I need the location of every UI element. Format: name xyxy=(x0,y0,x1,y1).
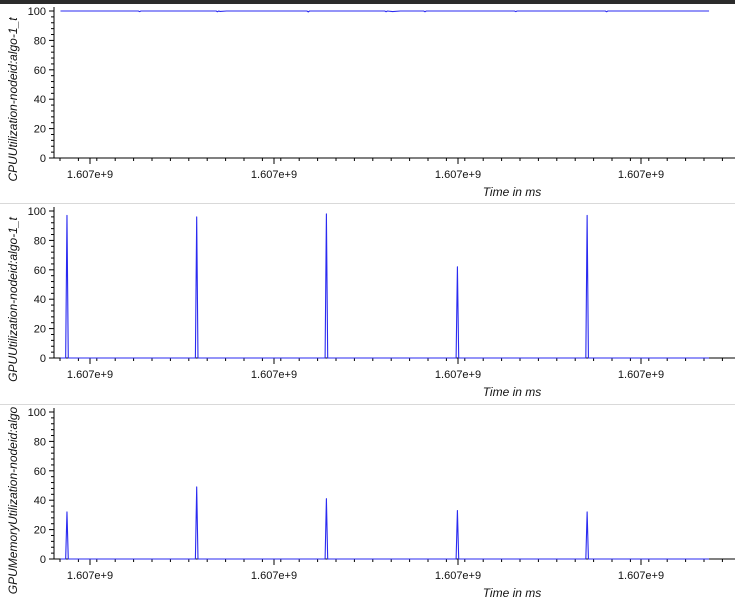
y-tick-label: 60 xyxy=(34,466,46,478)
x-tick-label: 1.607e+9 xyxy=(251,169,297,181)
chart-panel-3: 0 20 40 60 80 100 1.607e+9 1.607e+9 1.607e+9 1.60… xyxy=(6,406,735,600)
x-tick-label: 1.607e+9 xyxy=(67,570,113,582)
x-tick-label: 1.607e+9 xyxy=(67,369,113,381)
x-tick-label: 1.607e+9 xyxy=(618,570,664,582)
y-tick-label: 20 xyxy=(34,124,46,136)
x-tick-label: 1.607e+9 xyxy=(618,169,664,181)
y-tick-label: 0 xyxy=(40,153,46,165)
x-axis-label: Time in ms xyxy=(483,586,542,600)
series-line xyxy=(60,213,710,359)
y-tick-label: 100 xyxy=(28,407,46,419)
y-tick-label: 20 xyxy=(34,525,46,537)
x-tick-label: 1.607e+9 xyxy=(251,570,297,582)
y-tick-label: 60 xyxy=(34,265,46,277)
y-tick-label: 100 xyxy=(28,206,46,218)
y-tick-label: 80 xyxy=(34,235,46,247)
y-axis-label: CPUUtilization-nodeid:algo-1_t xyxy=(6,17,20,182)
y-tick-label: 80 xyxy=(34,436,46,448)
y-tick-label: 40 xyxy=(34,94,46,106)
x-axis-label: Time in ms xyxy=(483,185,542,199)
y-tick-label: 0 xyxy=(40,554,46,566)
series-line xyxy=(60,10,710,13)
y-tick-label: 80 xyxy=(34,35,46,47)
y-axis-label: GPUUtilization-nodeid:algo-1_t xyxy=(6,216,20,381)
y-axis-label: GPUMemoryUtilization-nodeid:algo xyxy=(6,406,20,594)
series-line xyxy=(60,486,710,560)
chart-panel-2: 0 20 40 60 80 100 1.607e+9 1.607e+9 1.607e+9 1.60… xyxy=(6,206,735,399)
chart-panel-1: 0 20 40 60 80 100 1.607e+9 1.607e+9 1.607e+9 1.60… xyxy=(6,6,735,199)
x-tick-label: 1.607e+9 xyxy=(435,570,481,582)
x-tick-label: 1.607e+9 xyxy=(435,169,481,181)
y-tick-label: 40 xyxy=(34,294,46,306)
x-tick-label: 1.607e+9 xyxy=(67,169,113,181)
x-tick-label: 1.607e+9 xyxy=(435,369,481,381)
x-axis-label: Time in ms xyxy=(483,385,542,399)
y-tick-label: 40 xyxy=(34,495,46,507)
y-tick-label: 20 xyxy=(34,324,46,336)
dashboard-stage: 0 20 40 60 80 100 1.607e+9 1.607e+9 1.607e+9 1.60… xyxy=(0,0,735,603)
y-tick-label: 100 xyxy=(28,6,46,18)
x-tick-label: 1.607e+9 xyxy=(251,369,297,381)
y-tick-label: 0 xyxy=(40,353,46,365)
y-tick-label: 60 xyxy=(34,65,46,77)
x-tick-label: 1.607e+9 xyxy=(618,369,664,381)
